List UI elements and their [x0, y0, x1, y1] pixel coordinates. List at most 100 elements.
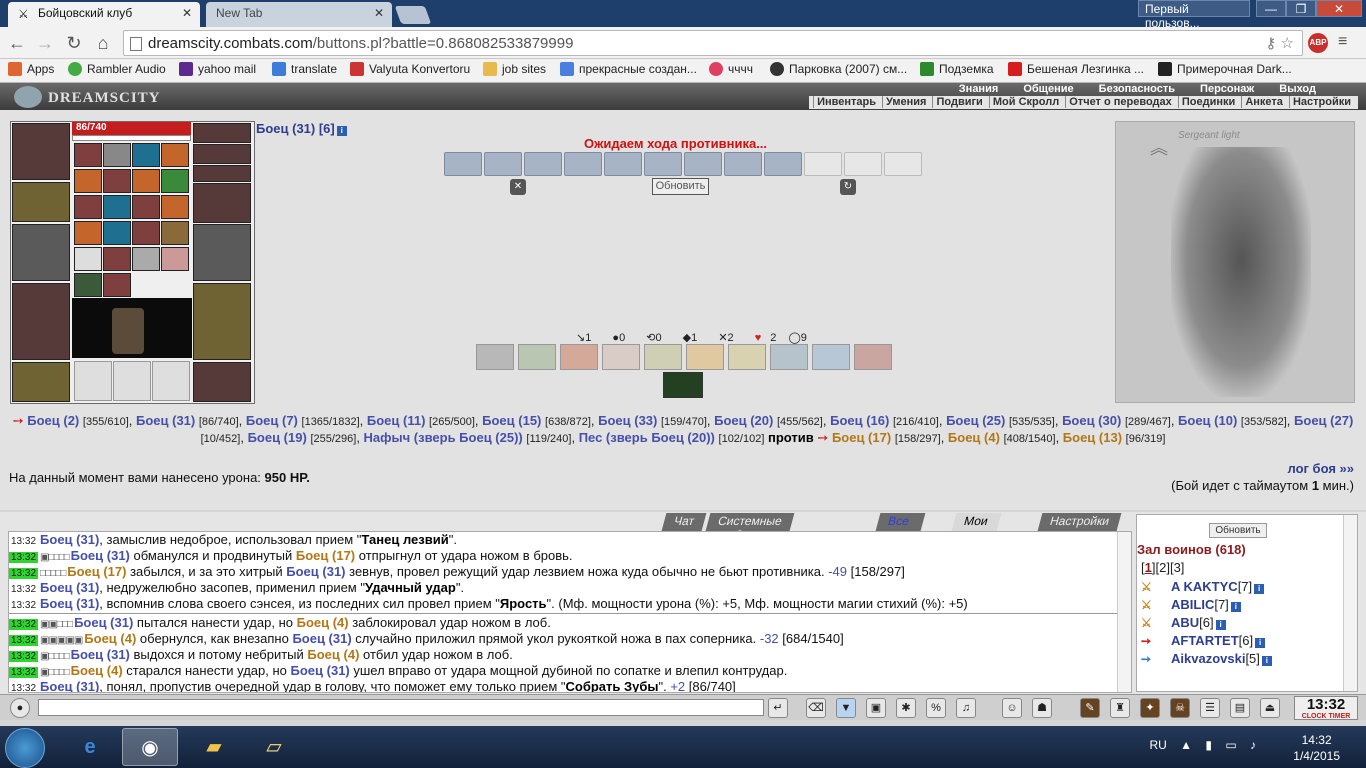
percent-icon[interactable]: % [926, 698, 946, 718]
refresh-button[interactable]: Обновить [652, 178, 709, 195]
fighter-link[interactable]: Боец (10) [1178, 413, 1237, 428]
player-row[interactable]: ⚔ ABU[6] i [1141, 615, 1272, 633]
log-time[interactable]: 13:32 [9, 600, 38, 611]
mask-icon[interactable]: ☠ [1170, 698, 1190, 718]
enemy-link[interactable]: Боец (4) [948, 430, 1000, 445]
book-icon[interactable]: ▤ [1230, 698, 1250, 718]
empty-slot[interactable] [113, 361, 151, 401]
trick-button[interactable] [602, 344, 640, 370]
rune-item[interactable] [132, 221, 160, 245]
spell-scroll[interactable] [684, 152, 722, 176]
rune-item[interactable] [132, 247, 160, 271]
boots-slot[interactable] [193, 362, 251, 402]
info-icon[interactable]: i [1261, 656, 1272, 666]
page-link[interactable]: 2 [1159, 560, 1166, 575]
menu-battles[interactable]: Поединки [1177, 96, 1239, 108]
adblock-icon[interactable]: ABP [1308, 33, 1328, 53]
trick-button[interactable] [476, 344, 514, 370]
menu-inventory[interactable]: Инвентарь [813, 96, 879, 108]
fighter-link[interactable]: Боец (15) [482, 413, 541, 428]
log-time[interactable]: 13:32 [9, 552, 39, 563]
battle-log-link[interactable]: лог боя »» [1287, 461, 1354, 476]
sound-icon[interactable]: ♫ [956, 698, 976, 718]
spell-scroll[interactable] [444, 152, 482, 176]
fighter-link[interactable]: Боец (2) [27, 413, 79, 428]
fighter-link[interactable]: Боец (16) [830, 413, 889, 428]
reload-icon[interactable]: ↻ [63, 32, 85, 54]
bookmark-chchch[interactable]: чччч [709, 62, 753, 76]
log-time[interactable]: 13:32 [9, 536, 38, 547]
spell-scroll[interactable] [644, 152, 682, 176]
bookmark-prekrasnye[interactable]: прекрасные создан... [560, 62, 697, 76]
close-icon[interactable]: ✕ [374, 6, 384, 20]
back-icon[interactable]: ← [6, 32, 28, 54]
menu-transfer-report[interactable]: Отчет о переводах [1065, 96, 1175, 108]
fighter-link[interactable]: Боец (20) [714, 413, 773, 428]
rune-item[interactable] [103, 221, 131, 245]
weapon-slot[interactable] [12, 224, 70, 281]
menu-exit[interactable]: Выход [1279, 83, 1316, 95]
address-bar[interactable]: dreamscity.combats.com/buttons.pl?battle… [123, 30, 1303, 56]
players-scrollbar[interactable] [1343, 515, 1357, 691]
clock[interactable]: 14:32 1/4/2015 [1293, 732, 1340, 764]
potion-item[interactable] [161, 169, 189, 193]
log-time[interactable]: 13:32 [9, 651, 39, 662]
trick-button[interactable] [518, 344, 556, 370]
ie-icon[interactable]: e [62, 728, 118, 766]
quest-icon[interactable]: ✎ [1080, 698, 1100, 718]
log-time[interactable]: 13:32 [9, 584, 38, 595]
enemy-link[interactable]: Боец (17) [832, 430, 891, 445]
chevron-item[interactable] [74, 143, 102, 167]
network-icon[interactable]: ▮ [1205, 738, 1212, 752]
bookmark-rambler[interactable]: Rambler Audio [68, 62, 166, 76]
menu-my-scroll[interactable]: Мой Скролл [988, 96, 1063, 108]
gloves-slot[interactable] [193, 183, 251, 223]
snowflake-item[interactable] [132, 143, 160, 167]
log-time[interactable]: 13:32 [9, 683, 38, 692]
chest-icon[interactable]: ✦ [1140, 698, 1160, 718]
earring-slot[interactable] [193, 123, 251, 143]
menu-security[interactable]: Безопасность [1099, 83, 1175, 95]
exit-icon[interactable]: ⏏ [1260, 698, 1280, 718]
bookmark-parkovka[interactable]: Парковка (2007) см... [770, 62, 907, 76]
info-icon[interactable]: i [1230, 602, 1241, 612]
menu-icon[interactable]: ≡ [1338, 33, 1347, 51]
spell-scroll[interactable] [484, 152, 522, 176]
armor-slot[interactable] [12, 283, 70, 360]
new-tab-button[interactable] [394, 6, 432, 24]
empty-scroll-slot[interactable] [804, 152, 842, 176]
bookmark-lezginka[interactable]: Бешеная Лезгинка ... [1008, 62, 1144, 76]
chevron-item[interactable] [103, 143, 131, 167]
info-icon[interactable]: i [1255, 638, 1266, 648]
fighter-link[interactable]: Боец (30) [1062, 413, 1121, 428]
sticky-notes-icon[interactable]: ▱ [246, 728, 302, 766]
smiley-icon[interactable]: ☺ [1002, 698, 1022, 718]
log-time[interactable]: 13:32 [9, 619, 39, 630]
tab-my-logs[interactable]: Мои логи [951, 513, 1002, 542]
rune-item[interactable] [103, 247, 131, 271]
rune-item[interactable] [161, 221, 189, 245]
info-icon[interactable]: i [336, 126, 347, 136]
rune-item[interactable] [103, 273, 131, 297]
menu-profile[interactable]: Анкета [1241, 96, 1286, 108]
belt-slot[interactable] [12, 362, 70, 402]
close-icon[interactable]: ✕ [182, 6, 192, 20]
info-icon[interactable]: i [1215, 620, 1226, 630]
player-row[interactable]: ➙ AFTARTET[6] i [1141, 633, 1272, 651]
trick-button[interactable] [560, 344, 598, 370]
walk-icon[interactable]: ✱ [896, 698, 916, 718]
fighter-link[interactable]: Нафыч (зверь Боец (25)) [364, 430, 523, 445]
helmet-slot[interactable] [12, 123, 70, 180]
log-time[interactable]: 13:32 [9, 635, 39, 646]
bookmark-primerochnaya[interactable]: Примерочная Dark... [1158, 62, 1292, 76]
shield-item[interactable] [74, 273, 102, 297]
chrome-icon[interactable]: ◉ [122, 728, 178, 766]
eye-item[interactable] [103, 169, 131, 193]
rune-item[interactable] [161, 247, 189, 271]
volume-icon[interactable]: ♪ [1250, 738, 1256, 752]
bookmark-yahoo[interactable]: yahoo mail [179, 62, 256, 76]
fighter-link[interactable]: Боец (33) [598, 413, 657, 428]
prev-icon[interactable]: ✕ [510, 179, 526, 195]
next-icon[interactable]: ↻ [840, 179, 856, 195]
spell-scroll[interactable] [564, 152, 602, 176]
